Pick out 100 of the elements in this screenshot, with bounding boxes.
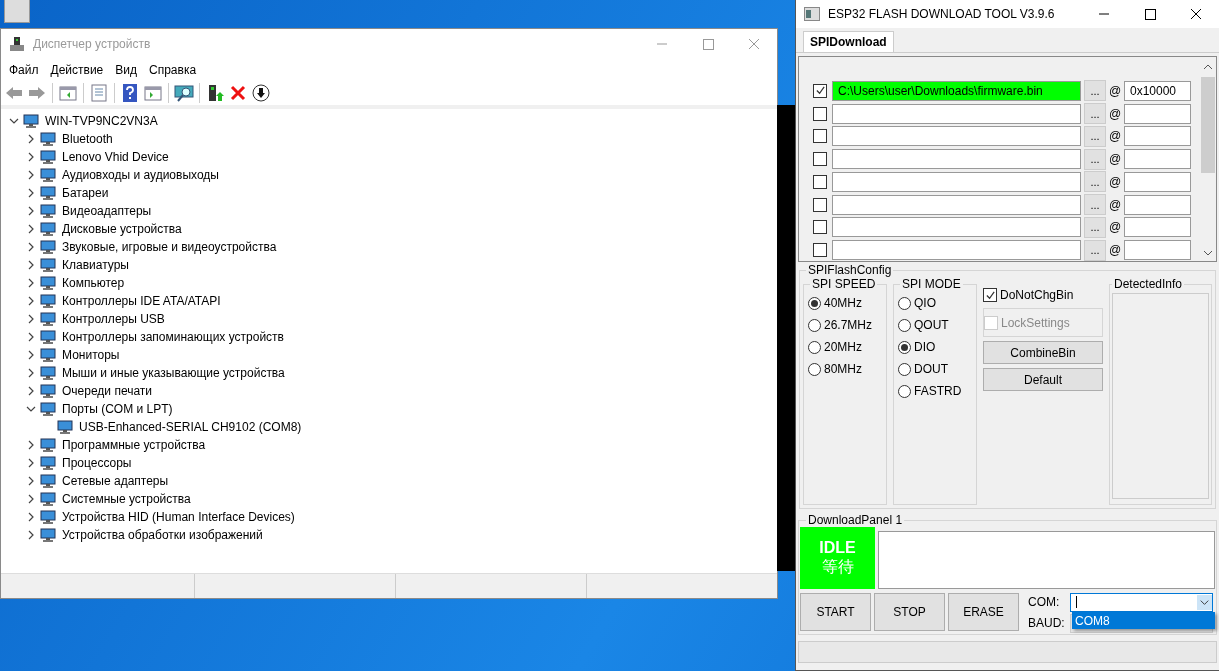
checkbox[interactable] [813,152,827,167]
file-path-field[interactable] [832,103,1081,124]
chevron-icon[interactable] [26,458,36,468]
tree-item[interactable]: Видеоадаптеры [62,204,152,218]
checkbox[interactable] [813,220,827,235]
checkbox[interactable] [813,129,827,144]
chevron-icon[interactable] [26,188,36,198]
radio-button[interactable] [898,384,911,398]
address-field[interactable] [1124,217,1191,238]
radio-button[interactable] [898,362,911,376]
radio-button[interactable] [808,340,821,354]
tree-item[interactable]: Контроллеры IDE ATA/ATAPI [62,294,221,308]
radio-label[interactable]: 20MHz [824,340,862,354]
chevron-icon[interactable] [26,530,36,540]
checkbox[interactable] [983,288,997,302]
file-path-field[interactable]: C:\Users\user\Downloads\firmware.bin [832,80,1081,101]
com-dropdown[interactable] [1070,592,1213,612]
browse-button[interactable]: ... [1084,80,1106,102]
checkbox[interactable] [813,243,827,258]
address-field[interactable] [1124,149,1191,170]
radio-label[interactable]: 80MHz [824,362,862,376]
checkbox-label[interactable]: DoNotChgBin [1000,288,1074,302]
checkbox[interactable] [813,83,827,98]
address-field[interactable] [1124,126,1191,147]
chevron-icon[interactable] [26,512,36,522]
address-field[interactable] [1124,103,1191,124]
tree-item[interactable]: Lenovo Vhid Device [62,150,169,164]
browse-button[interactable]: ... [1084,216,1106,238]
help-icon[interactable] [120,83,140,103]
chevron-icon[interactable] [26,242,36,252]
menu-item[interactable]: Действие [44,61,110,79]
tree-item[interactable]: Дисковые устройства [62,222,182,236]
browse-button[interactable]: ... [1084,125,1106,147]
tree-item[interactable]: Мониторы [62,348,120,362]
radio-label[interactable]: DIO [914,340,936,354]
browse-button[interactable]: ... [1084,194,1106,216]
radio-button[interactable] [808,362,821,376]
scroll-down-icon[interactable] [1203,249,1213,257]
checkbox[interactable] [813,106,827,121]
chevron-icon[interactable] [26,206,36,216]
browse-button[interactable]: ... [1084,171,1106,193]
browse-button[interactable]: ... [1084,148,1106,170]
chevron-icon[interactable] [26,278,36,288]
dropdown-option[interactable]: COM8 [1072,612,1215,629]
scroll-up-icon[interactable] [1203,63,1213,71]
action-button[interactable]: CombineBin [983,341,1103,364]
chevron-icon[interactable] [26,494,36,504]
tree-item[interactable]: Сетевые адаптеры [62,474,169,488]
chevron-icon[interactable] [26,296,36,306]
delete-icon[interactable] [228,83,248,103]
browse-button[interactable]: ... [1084,103,1106,125]
tree-item[interactable]: Порты (COM и LPT) [62,402,173,416]
chevron-icon[interactable] [26,170,36,180]
radio-label[interactable]: 26.7MHz [824,318,873,332]
chevron-icon[interactable] [26,152,36,162]
chevron-icon[interactable] [26,404,36,414]
chevron-icon[interactable] [26,260,36,270]
radio-label[interactable]: QOUT [914,318,949,332]
file-path-field[interactable] [832,240,1081,261]
radio-button[interactable] [898,340,911,354]
chevron-icon[interactable] [26,314,36,324]
caret-icon[interactable] [1197,594,1212,610]
checkbox[interactable] [813,174,827,189]
tree-item[interactable]: Процессоры [62,456,132,470]
address-field[interactable] [1124,171,1191,192]
monitor-search-icon[interactable] [174,83,194,103]
chevron-icon[interactable] [26,134,36,144]
address-field[interactable] [1124,240,1191,261]
action-button[interactable]: Default [983,368,1103,391]
tree-item[interactable]: Bluetooth [62,132,113,146]
tab[interactable]: SPIDownload [803,31,894,52]
checkbox[interactable] [813,197,827,212]
tree-item[interactable]: Мыши и иные указывающие устройства [62,366,285,380]
tree-item[interactable]: Аудиовходы и аудиовыходы [62,168,219,182]
action-button[interactable]: ERASE [948,593,1019,631]
download-icon[interactable] [251,83,271,103]
radio-label[interactable]: QIO [914,296,936,310]
tree-item[interactable]: Звуковые, игровые и видеоустройства [62,240,277,254]
menu-item[interactable]: Вид [109,61,143,79]
chevron-icon[interactable] [26,224,36,234]
chevron-icon[interactable] [26,332,36,342]
tree-item[interactable]: Программные устройства [62,438,206,452]
radio-label[interactable]: FASTRD [914,384,962,398]
tree-item[interactable]: Контроллеры USB [62,312,165,326]
panel-icon[interactable] [143,83,163,103]
browse-button[interactable]: ... [1084,239,1106,261]
tree-item[interactable]: Контроллеры запоминающих устройств [62,330,284,344]
chevron-icon[interactable] [9,116,19,126]
tree-item[interactable]: Устройства обработки изображений [62,528,263,542]
tree-item[interactable]: Устройства HID (Human Interface Devices) [62,510,295,524]
action-button[interactable]: START [800,593,871,631]
tree-item[interactable]: Компьютер [62,276,125,290]
radio-button[interactable] [898,318,911,332]
radio-button[interactable] [898,296,911,310]
tree-item[interactable]: Очереди печати [62,384,153,398]
chevron-icon[interactable] [26,440,36,450]
tree-item[interactable]: Клавиатуры [62,258,129,272]
radio-button[interactable] [808,318,821,332]
menu-item[interactable]: Файл [3,61,45,79]
tree-item[interactable]: WIN-TVP9NC2VN3A [45,114,158,128]
